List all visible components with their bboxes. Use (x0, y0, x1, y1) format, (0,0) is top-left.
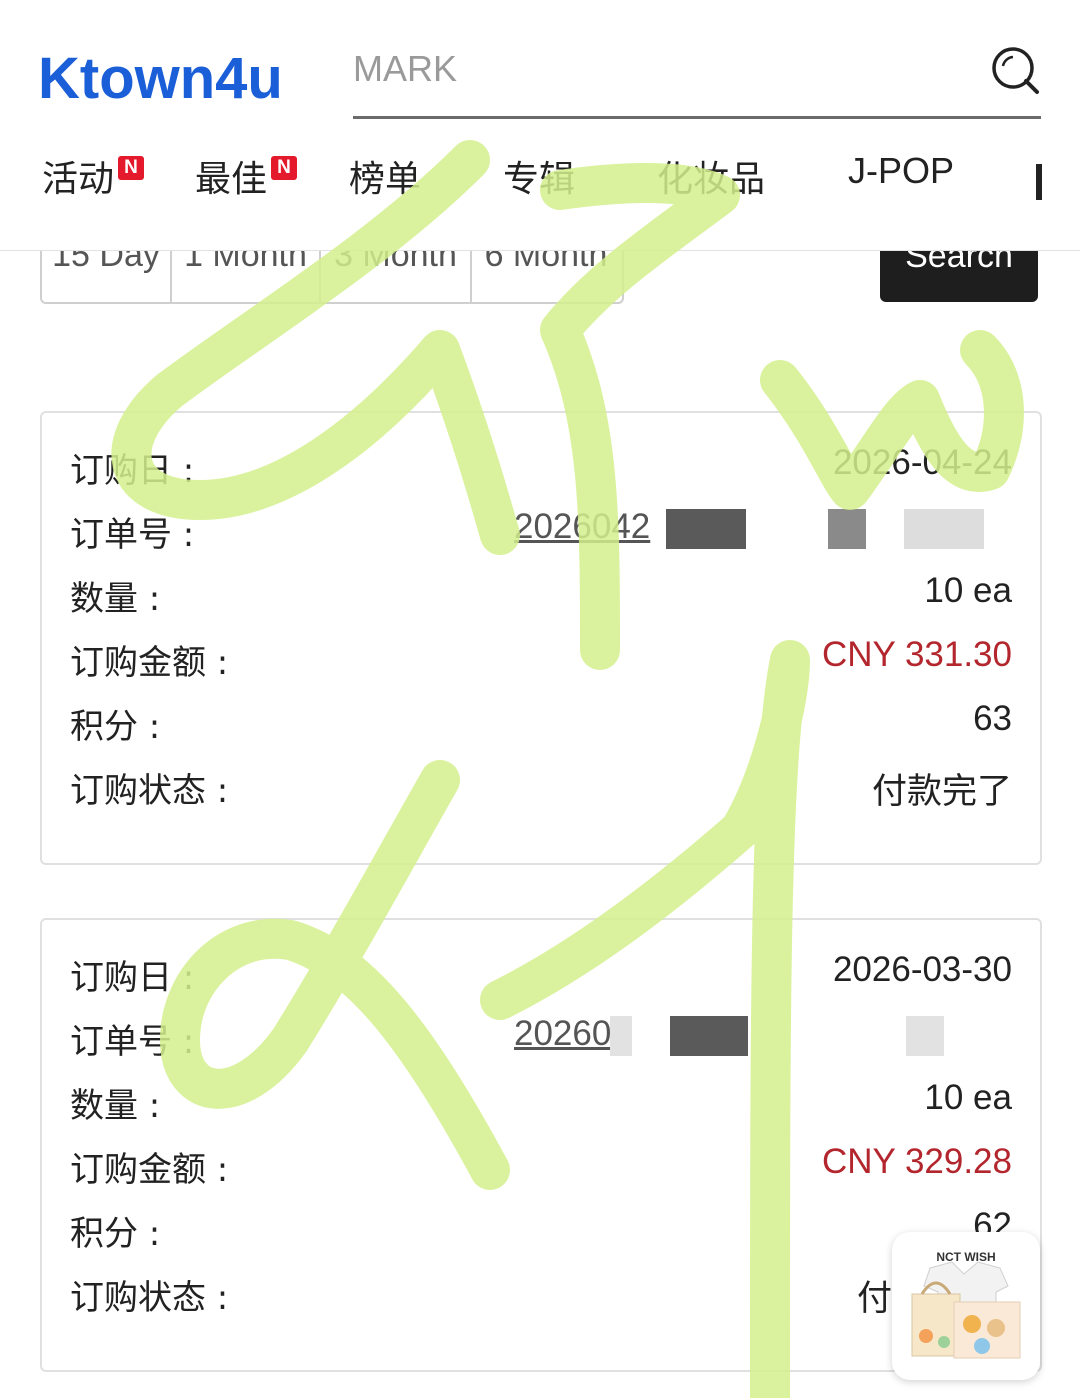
amount-value: CNY 331.30 (821, 635, 1012, 674)
nav-item-label: 最佳 (195, 159, 268, 200)
nav-item-label: 专辑 (503, 159, 576, 200)
search-input[interactable] (353, 34, 963, 104)
points-row: 积分 : 62 (70, 1206, 1012, 1262)
quantity-row: 数量 : 10 ea (70, 1078, 1012, 1134)
status-label: 订购状态 : (70, 771, 229, 811)
redaction-block (904, 509, 984, 549)
points-label: 积分 : (70, 707, 161, 747)
nav-item-best[interactable]: 最佳 N (195, 150, 297, 202)
order-number-link[interactable]: 2026042 (514, 507, 650, 547)
nav-item-charts[interactable]: 榜单 (349, 150, 421, 202)
redaction-block (670, 1016, 748, 1056)
nav-item-label: 化妆品 (657, 159, 766, 200)
order-number-row: 订单号 : 20260 (70, 1014, 1012, 1070)
nav-item-label: J-POP (848, 150, 955, 191)
points-value: 63 (973, 699, 1012, 738)
order-number-label: 订单号 : (70, 1022, 195, 1062)
order-number-row: 订单号 : 2026042 (70, 507, 1012, 563)
category-nav: 活动 N 最佳 N 榜单 专辑 化妆品 J-POP (0, 150, 1080, 220)
order-date-row: 订购日 : 2026-03-30 (70, 950, 1012, 1006)
status-row: 订购状态 : 付 (70, 1270, 1012, 1326)
nav-item-albums[interactable]: 专辑 (503, 150, 575, 202)
new-badge: N (271, 156, 297, 180)
order-date-value: 2026-04-24 (832, 443, 1012, 482)
site-header: Ktown4u 活动 N 最佳 N 榜单 专辑 化妆品 J-POP (0, 0, 1080, 251)
points-row: 积分 : 63 (70, 699, 1012, 755)
nav-item-jpop[interactable]: J-POP (848, 150, 954, 192)
amount-row: 订购金额 : CNY 331.30 (70, 635, 1012, 691)
redaction-block (906, 1016, 944, 1056)
nav-item-label: 榜单 (349, 159, 422, 200)
amount-row: 订购金额 : CNY 329.28 (70, 1142, 1012, 1198)
quantity-value: 10 ea (924, 571, 1012, 610)
status-value: 付 (856, 1279, 892, 1319)
amount-value: CNY 329.28 (821, 1142, 1012, 1181)
redaction-block (828, 509, 866, 549)
status-label: 订购状态 : (70, 1278, 229, 1318)
nav-item-events[interactable]: 活动 N (42, 150, 144, 202)
quantity-row: 数量 : 10 ea (70, 571, 1012, 627)
order-number-link[interactable]: 20260 (514, 1014, 611, 1054)
order-date-label: 订购日 : (70, 451, 195, 491)
order-date-row: 订购日 : 2026-04-24 (70, 443, 1012, 499)
order-date-label: 订购日 : (70, 958, 195, 998)
points-label: 积分 : (70, 1214, 161, 1254)
quantity-label: 数量 : (70, 1086, 161, 1126)
quantity-value: 10 ea (924, 1078, 1012, 1117)
order-number-label: 订单号 : (70, 515, 195, 555)
new-badge: N (118, 156, 144, 180)
status-value: 付款完了 (871, 772, 1012, 812)
quantity-label: 数量 : (70, 579, 161, 619)
ktown4u-logo[interactable]: Ktown4u (38, 48, 323, 108)
search-icon[interactable] (989, 44, 1041, 96)
order-date-value: 2026-03-30 (832, 950, 1012, 989)
amount-label: 订购金额 : (70, 1150, 229, 1190)
amount-label: 订购金额 : (70, 643, 229, 683)
order-card: 订购日 : 2026-04-24 订单号 : 2026042 数量 : 10 e… (40, 411, 1042, 865)
floating-promo-banner[interactable]: NCT WISH (892, 1232, 1040, 1380)
nav-item-label: 活动 (42, 159, 115, 200)
status-row: 订购状态 : 付款完了 (70, 763, 1012, 819)
search-bar (353, 34, 1041, 119)
redaction-block (610, 1016, 632, 1056)
promo-merch-image (911, 1261, 1021, 1359)
nav-item-cosmetics[interactable]: 化妆品 (657, 150, 765, 202)
svg-text:Ktown4u: Ktown4u (38, 48, 283, 108)
redaction-block (666, 509, 746, 549)
nav-item-next-partial[interactable] (1036, 164, 1042, 200)
